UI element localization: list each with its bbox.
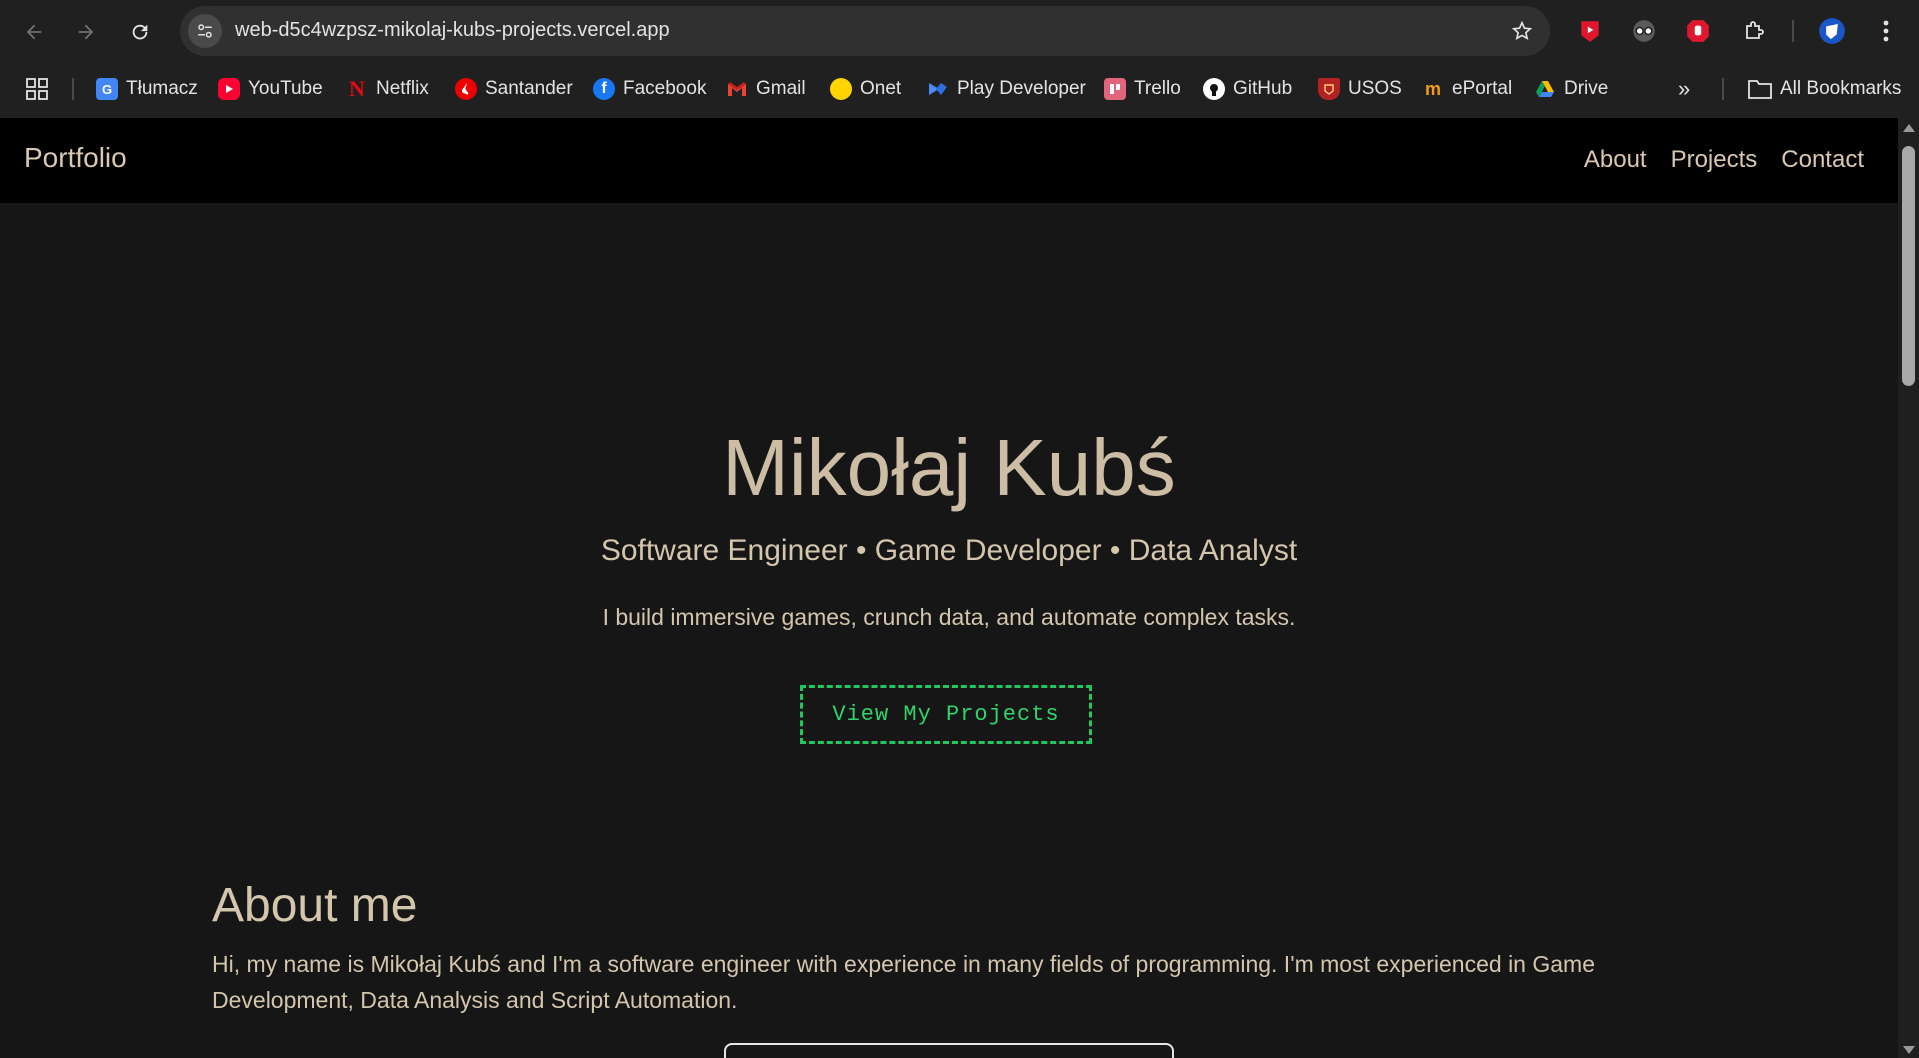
bookmark-trello[interactable]: Trello [1104, 72, 1181, 106]
gmail-icon [726, 78, 748, 100]
extensions-button[interactable] [1736, 13, 1772, 49]
bookmarks-bar: G Tłumacz YouTube N Netflix Santander f … [0, 64, 1919, 118]
nav-link-about[interactable]: About [1584, 146, 1647, 174]
bookmark-tlumacz[interactable]: G Tłumacz [96, 72, 198, 106]
bookmark-github[interactable]: GitHub [1203, 72, 1292, 106]
netflix-icon: N [349, 76, 365, 101]
star-icon [1511, 20, 1533, 40]
bookmark-label: Santander [485, 78, 573, 99]
glasses-extension-icon [1633, 20, 1655, 42]
bookmark-label: Tłumacz [126, 78, 198, 99]
about-paragraph: Hi, my name is Mikołaj Kubś and I'm a so… [212, 951, 1595, 1013]
toolbar-divider [1792, 20, 1794, 42]
all-bookmarks-label: All Bookmarks [1780, 78, 1902, 99]
forward-arrow-icon [78, 24, 94, 40]
bookmark-label: ePortal [1452, 78, 1513, 99]
bookmark-drive[interactable]: Drive [1534, 72, 1608, 106]
site-info-button[interactable] [188, 14, 222, 48]
bookmark-label: Trello [1134, 78, 1181, 99]
back-button[interactable] [14, 12, 54, 52]
play-console-icon [927, 78, 949, 100]
site-navbar: Portfolio About Projects Contact [0, 118, 1898, 203]
reload-icon [132, 24, 148, 40]
browser-chrome: web-d5c4wzpsz-mikolaj-kubs-projects.verc… [0, 0, 1919, 118]
bookmark-santander[interactable]: Santander [455, 72, 573, 106]
address-bar[interactable]: web-d5c4wzpsz-mikolaj-kubs-projects.verc… [180, 6, 1550, 56]
bookmark-label: Gmail [756, 78, 806, 99]
onet-icon [830, 78, 852, 100]
chevron-double-right-icon: » [1678, 76, 1691, 101]
adblock-extension-button[interactable] [1680, 13, 1716, 49]
scroll-up-arrow-icon[interactable] [1903, 124, 1915, 132]
trello-icon [1104, 78, 1126, 100]
bookmark-usos[interactable]: USOS [1318, 72, 1402, 106]
nav-links: About Projects Contact [1584, 146, 1864, 174]
eportal-icon: m [1424, 78, 1441, 99]
glasses-extension-button[interactable] [1626, 13, 1662, 49]
hero-name: Mikołaj Kubś [722, 423, 1176, 512]
webpage: Portfolio About Projects Contact Mikołaj… [0, 118, 1898, 1058]
bookmark-youtube[interactable]: YouTube [218, 72, 323, 106]
url-text[interactable]: web-d5c4wzpsz-mikolaj-kubs-projects.verc… [235, 19, 670, 42]
bookmark-gmail[interactable]: Gmail [726, 72, 806, 106]
hero-roles: Software Engineer • Game Developer • Dat… [600, 534, 1298, 567]
youtube-icon [218, 78, 240, 100]
kebab-menu-icon [1883, 20, 1889, 42]
nav-link-contact[interactable]: Contact [1781, 146, 1864, 174]
browser-menu-button[interactable] [1868, 13, 1904, 49]
bookmark-label: YouTube [248, 78, 323, 99]
profile-button[interactable] [1814, 13, 1850, 49]
bookmark-eportal[interactable]: m ePortal [1422, 72, 1512, 106]
usos-icon [1318, 78, 1340, 100]
back-arrow-icon [26, 24, 42, 40]
nav-link-projects[interactable]: Projects [1671, 146, 1758, 174]
bookmarks-overflow-button[interactable]: » [1678, 72, 1690, 106]
facebook-icon: f [593, 78, 615, 100]
bookmark-label: GitHub [1233, 78, 1293, 99]
scrollbar-thumb[interactable] [1902, 146, 1915, 386]
apps-grid-icon [26, 78, 48, 100]
bookmark-facebook[interactable]: f Facebook [593, 72, 706, 106]
google-drive-icon [1534, 78, 1556, 100]
page-scrollbar[interactable] [1898, 118, 1919, 1058]
forward-button[interactable] [66, 12, 106, 52]
bookmark-label: Facebook [623, 78, 707, 99]
puzzle-icon [1746, 21, 1764, 39]
bookmark-label: USOS [1348, 78, 1402, 99]
bookmark-label: Play Developer [957, 78, 1086, 99]
tune-icon [198, 24, 212, 38]
github-icon [1203, 78, 1225, 100]
santander-icon [455, 78, 477, 100]
apps-button[interactable] [26, 72, 48, 106]
bookmark-star-button[interactable] [1506, 15, 1538, 47]
bookmarks-divider [1722, 78, 1724, 100]
bookmark-label: Onet [860, 78, 902, 99]
brand-link[interactable]: Portfolio [24, 142, 127, 174]
youtube-extension-icon [1581, 21, 1599, 42]
bookmarks-divider [72, 78, 74, 100]
stop-hand-icon [1687, 20, 1709, 42]
about-card [724, 1043, 1174, 1058]
google-translate-icon: G [96, 78, 118, 100]
youtube-extension-button[interactable] [1572, 13, 1608, 49]
scroll-down-arrow-icon[interactable] [1903, 1046, 1915, 1054]
bookmark-label: Netflix [376, 78, 429, 99]
avatar-icon [1819, 18, 1845, 44]
folder-icon [1748, 80, 1772, 99]
about-heading: About me [212, 879, 418, 932]
hero-tagline: I build immersive games, crunch data, an… [602, 604, 1296, 630]
bookmark-netflix[interactable]: N Netflix [346, 72, 429, 106]
browser-toolbar: web-d5c4wzpsz-mikolaj-kubs-projects.verc… [0, 0, 1919, 64]
view-projects-button[interactable]: View My Projects [800, 685, 1092, 744]
reload-button[interactable] [120, 12, 160, 52]
bookmark-onet[interactable]: Onet [830, 72, 901, 106]
all-bookmarks-button[interactable]: All Bookmarks [1748, 72, 1901, 106]
bookmark-label: Drive [1564, 78, 1609, 99]
bookmark-play-developer[interactable]: Play Developer [927, 72, 1086, 106]
